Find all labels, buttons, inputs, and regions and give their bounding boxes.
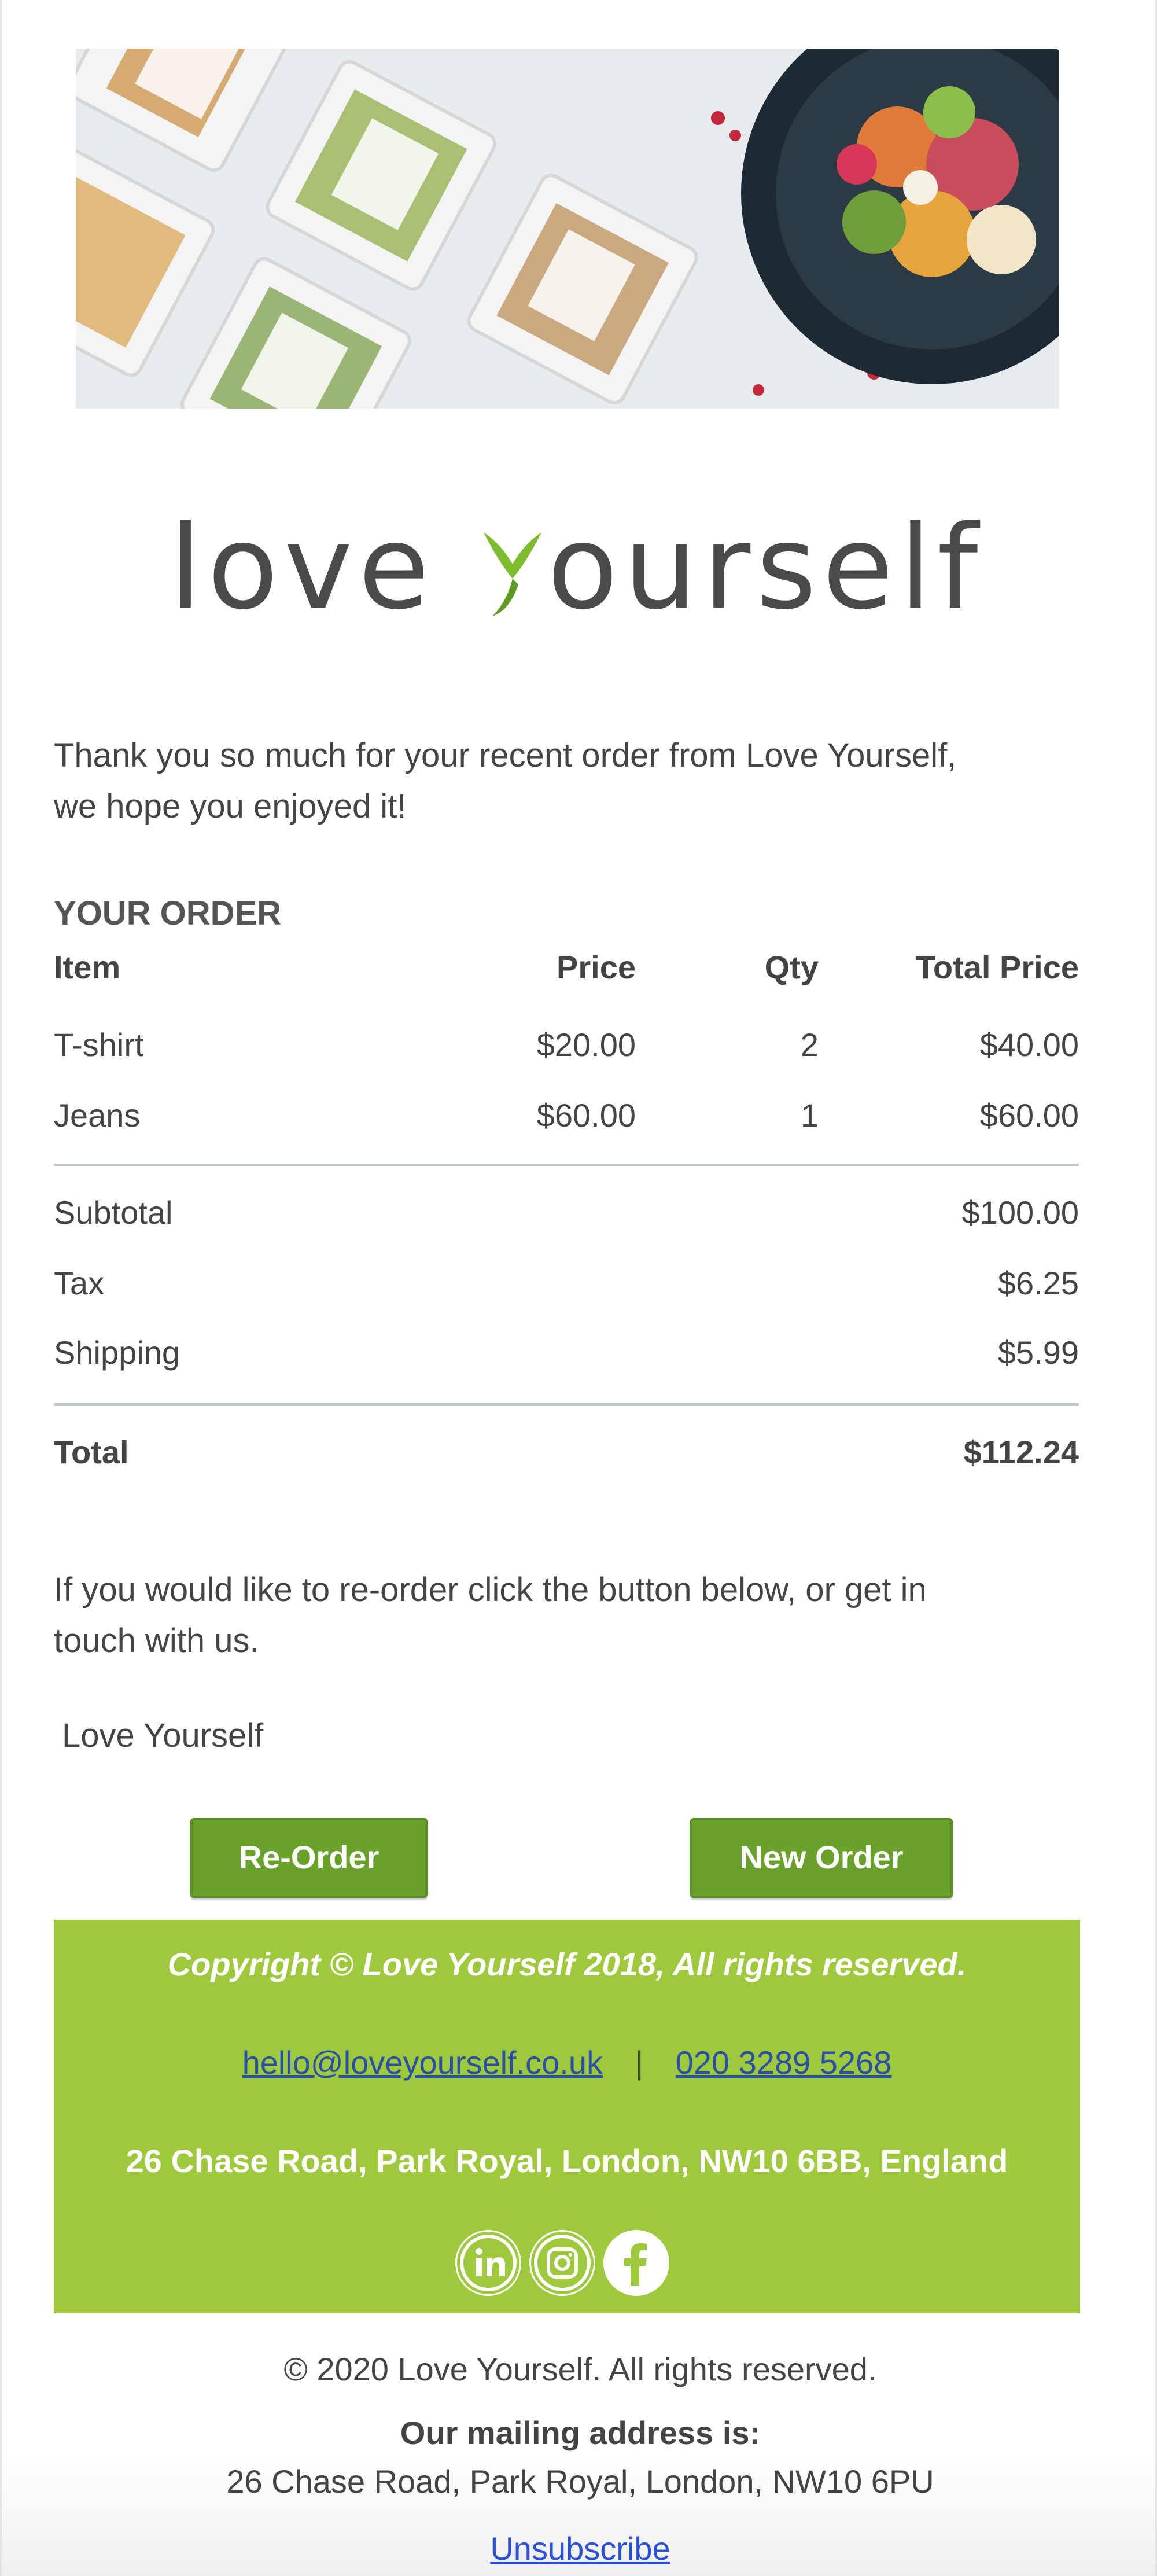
header-price: Price [557,949,636,985]
unsubscribe-wrap: Unsubscribe [2,2530,1157,2567]
logo-leaf-y-icon [478,509,547,616]
tax-label: Tax [54,1265,105,1301]
email-frame: love ourself Thank you so much for your … [0,0,1157,2576]
item-qty: 1 [800,1097,819,1134]
header-item: Item [54,949,121,985]
mailing-address-title: Our mailing address is: [400,2415,761,2451]
order-title: YOUR ORDER [54,895,282,932]
header-qty: Qty [764,949,819,985]
reorder-line-2: touch with us. [54,1622,259,1659]
logo-text-love: love [170,501,478,635]
divider [54,1164,1079,1166]
divider [54,1403,1079,1406]
subtotal-value: $100.00 [961,1194,1079,1231]
item-name: Jeans [54,1097,141,1134]
order-summary: YOUR ORDER Item Price Qty Total Price T-… [54,894,1079,1470]
contact-separator: | [635,2044,644,2081]
order-table-header: Item Price Qty Total Price [54,948,1079,995]
instagram-icon[interactable] [529,2230,595,2296]
signature: Love Yourself [62,1717,264,1754]
table-row: T-shirt $20.00 2 $40.00 [54,1026,1079,1072]
re-order-button[interactable]: Re-Order [190,1818,428,1898]
shipping-label: Shipping [54,1334,180,1371]
intro-message: Thank you so much for your recent order … [54,730,1107,832]
linkedin-icon[interactable] [455,2230,521,2296]
item-price: $60.00 [536,1097,636,1134]
footer-copyright: Copyright © Love Yourself 2018, All righ… [167,1946,967,1982]
item-total: $40.00 [979,1026,1079,1063]
footer-banner: Copyright © Love Yourself 2018, All righ… [54,1920,1080,2313]
total-row: Total $112.24 [54,1433,1079,1480]
item-price: $20.00 [536,1026,636,1063]
header-total-price: Total Price [915,949,1079,985]
intro-line-2: we hope you enjoyed it! [54,787,407,825]
subtotal-label: Subtotal [54,1194,173,1231]
subtotal-row: Subtotal $100.00 [54,1194,1079,1240]
email-link[interactable]: hello@loveyourself.co.uk [242,2044,603,2081]
facebook-icon[interactable] [603,2230,669,2296]
hero-image [76,49,1059,409]
logo-text-ourself: ourself [547,501,984,635]
mailing-address: 26 Chase Road, Park Royal, London, NW10 … [226,2463,934,2500]
total-label: Total [54,1434,129,1470]
new-order-button[interactable]: New Order [690,1818,953,1898]
footer-contact: hello@loveyourself.co.uk | 020 3289 5268 [54,2044,1080,2081]
shipping-row: Shipping $5.99 [54,1334,1079,1380]
reorder-line-1: If you would like to re-order click the … [54,1571,927,1609]
total-value: $112.24 [963,1434,1079,1470]
bottom-copyright: © 2020 Love Yourself. All rights reserve… [283,2351,877,2387]
intro-line-1: Thank you so much for your recent order … [54,737,957,774]
tax-row: Tax $6.25 [54,1264,1079,1311]
brand-logo: love ourself [170,498,979,636]
tax-value: $6.25 [997,1265,1079,1301]
footer-address: 26 Chase Road, Park Royal, London, NW10 … [126,2143,1008,2179]
shipping-value: $5.99 [997,1334,1079,1371]
item-qty: 2 [800,1026,819,1063]
unsubscribe-link[interactable]: Unsubscribe [490,2530,670,2567]
reorder-message: If you would like to re-order click the … [54,1565,1107,1666]
item-total: $60.00 [979,1097,1079,1134]
phone-link[interactable]: 020 3289 5268 [676,2044,892,2081]
table-row: Jeans $60.00 1 $60.00 [54,1096,1079,1143]
item-name: T-shirt [54,1026,144,1063]
